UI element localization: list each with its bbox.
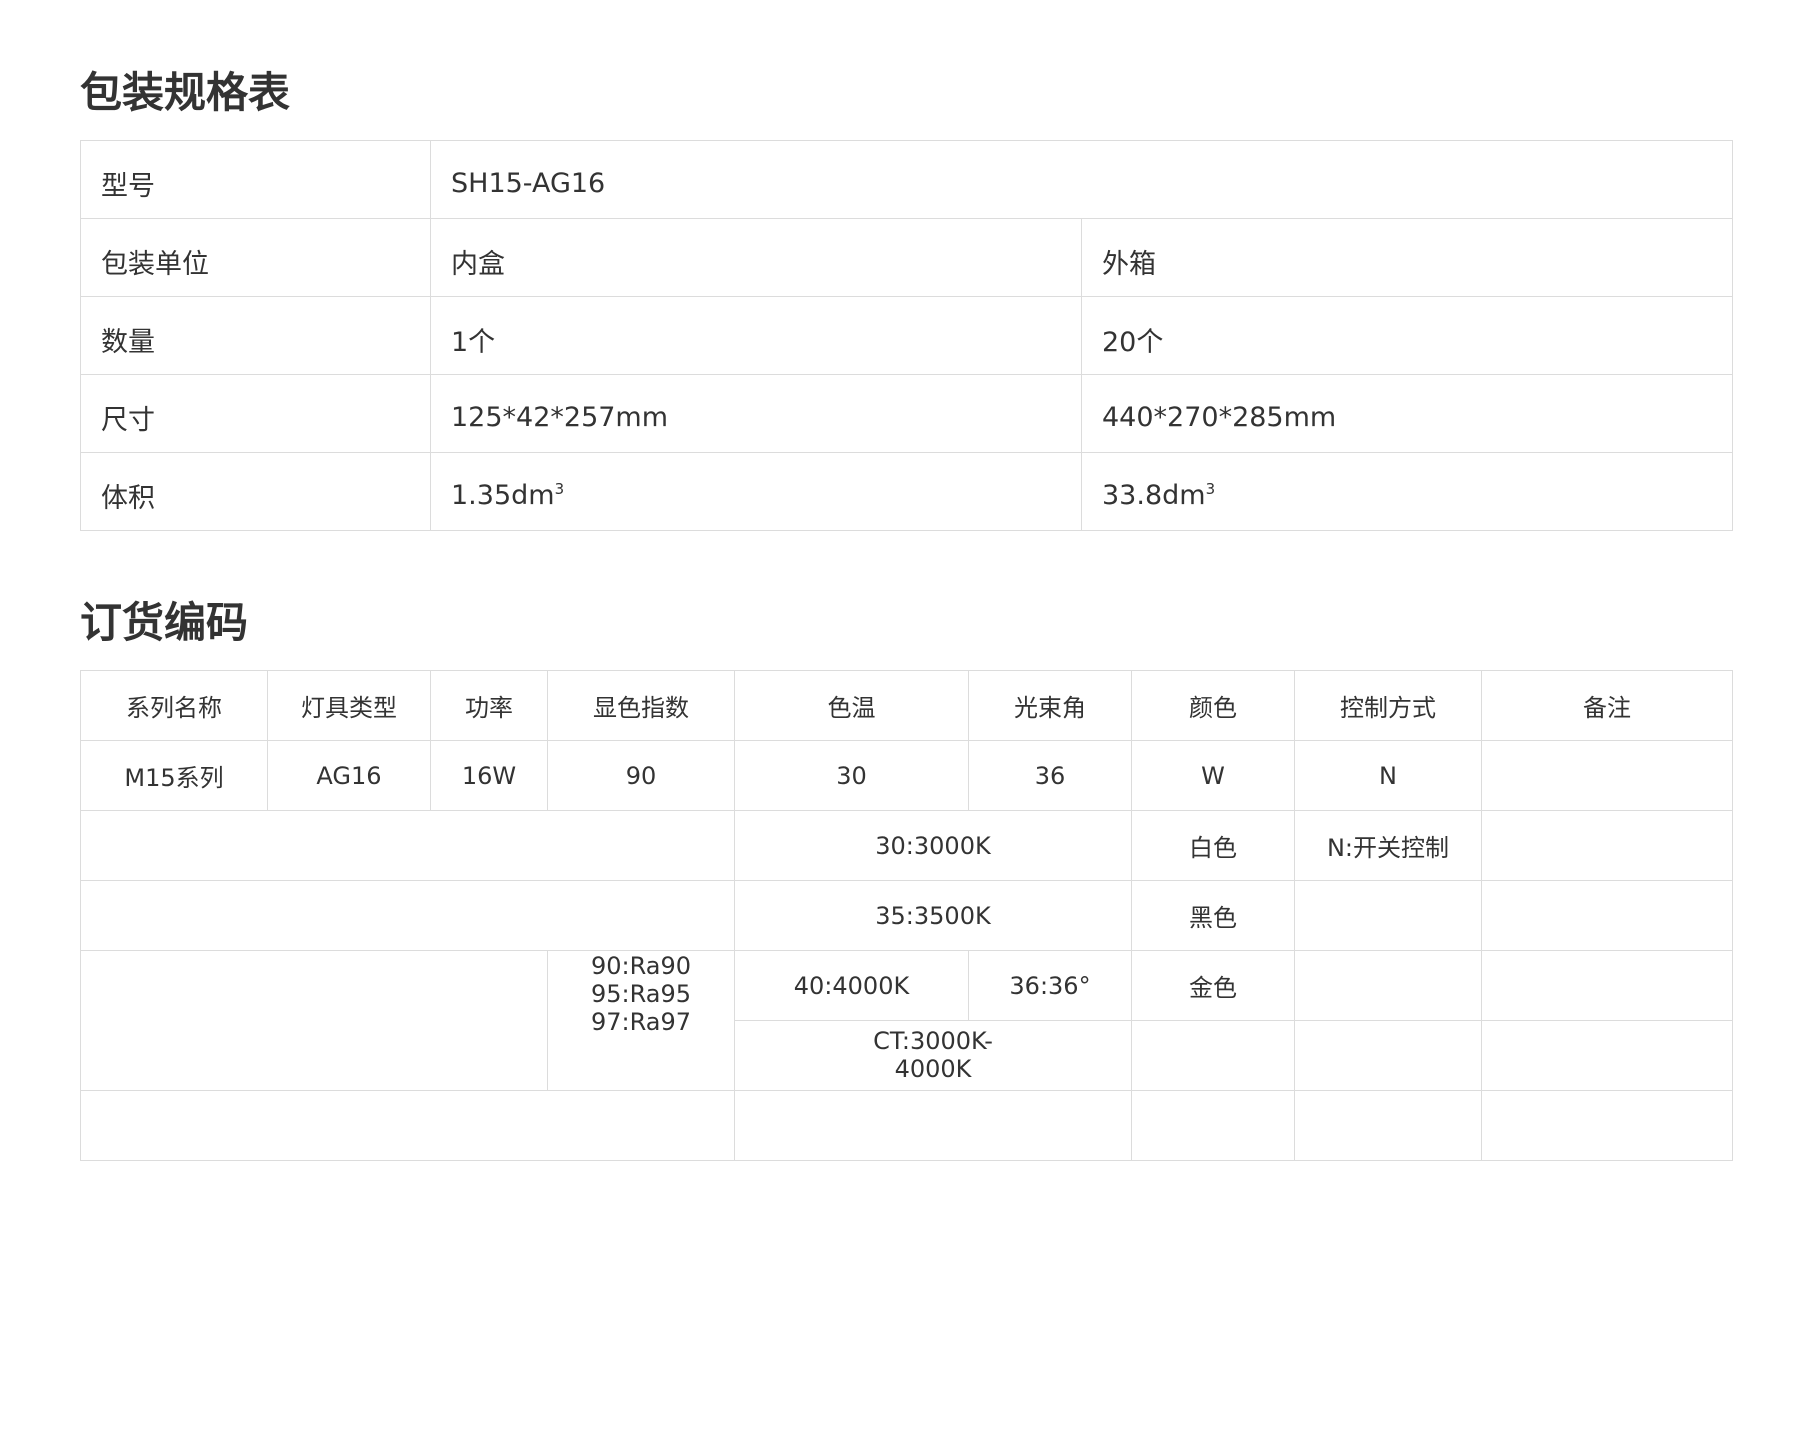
- control-option: N:开关控制: [1294, 810, 1482, 881]
- control-blank: [1294, 950, 1482, 1021]
- model-label: 型号: [80, 140, 431, 219]
- volume-inner-unit-sup: 3: [554, 480, 565, 498]
- header-power: 功率: [430, 670, 548, 741]
- color-option: 白色: [1131, 810, 1295, 881]
- remarks-blank: [1481, 880, 1733, 951]
- size-label: 尺寸: [80, 374, 431, 453]
- volume-inner: 1.35dm3: [430, 452, 1082, 531]
- ordering-code-table: 系列名称 灯具类型 功率 显色指数 色温 光束角 颜色 控制方式 备注 M15系…: [80, 670, 1733, 1161]
- header-row: 系列名称 灯具类型 功率 显色指数 色温 光束角 颜色 控制方式 备注: [80, 670, 1733, 741]
- option-blank: [80, 950, 548, 1091]
- header-control: 控制方式: [1294, 670, 1482, 741]
- header-remarks: 备注: [1481, 670, 1733, 741]
- option-blank: [80, 880, 735, 951]
- table-row: 体积 1.35dm3 33.8dm3: [80, 452, 1734, 531]
- table-row: 包装单位 内盒 外箱: [80, 218, 1734, 297]
- cct-option: 40:4000K: [734, 950, 969, 1021]
- volume-inner-value: 1.35dm: [451, 480, 555, 511]
- control-blank: [1294, 1090, 1482, 1161]
- cct-option-range-line2: 4000K: [894, 1054, 972, 1083]
- unit-label: 包装单位: [80, 218, 431, 297]
- control-blank: [1294, 880, 1482, 951]
- cct-option: 35:3500K: [734, 880, 1132, 951]
- header-fixture-type: 灯具类型: [267, 670, 431, 741]
- volume-label: 体积: [80, 452, 431, 531]
- remarks-blank: [1481, 1020, 1733, 1091]
- cri-option: 95:Ra95: [590, 979, 692, 1008]
- quantity-label: 数量: [80, 296, 431, 375]
- code-cri: 90: [547, 740, 735, 811]
- quantity-inner: 1个: [430, 296, 1082, 375]
- color-option: 黑色: [1131, 880, 1295, 951]
- cct-blank: [734, 1090, 1132, 1161]
- code-color: W: [1131, 740, 1295, 811]
- size-outer: 440*270*285mm: [1080, 374, 1734, 453]
- cri-options: 90:Ra90 95:Ra95 97:Ra97: [547, 950, 735, 1091]
- code-power: 16W: [430, 740, 548, 811]
- packaging-spec-title: 包装规格表: [80, 68, 291, 117]
- model-value: SH15-AG16: [429, 140, 1734, 219]
- code-control: N: [1294, 740, 1482, 811]
- volume-outer-unit-sup: 3: [1205, 480, 1216, 498]
- size-inner: 125*42*257mm: [430, 374, 1082, 453]
- option-row: 30:3000K 白色 N:开关控制: [80, 810, 1733, 881]
- beam-option: 36:36°: [968, 950, 1132, 1021]
- color-option: 金色: [1131, 950, 1295, 1021]
- option-row: [80, 1090, 1733, 1161]
- remarks-blank: [1481, 1090, 1733, 1161]
- remarks-blank: [1481, 810, 1733, 881]
- code-fixture-type: AG16: [267, 740, 431, 811]
- cct-option-range: CT:3000K- 4000K: [734, 1020, 1132, 1091]
- ordering-code-title: 订货编码: [80, 598, 249, 647]
- table-row: 型号 SH15-AG16: [80, 140, 1734, 219]
- header-color: 颜色: [1131, 670, 1295, 741]
- volume-outer: 33.8dm3: [1080, 452, 1734, 531]
- cct-option: 30:3000K: [734, 810, 1132, 881]
- cri-option: 97:Ra97: [590, 1007, 692, 1036]
- cct-option-range-line1: CT:3000K-: [873, 1026, 993, 1055]
- remarks-blank: [1481, 950, 1733, 1021]
- table-row: 尺寸 125*42*257mm 440*270*285mm: [80, 374, 1734, 453]
- color-blank: [1131, 1020, 1295, 1091]
- option-blank: [80, 810, 735, 881]
- control-blank: [1294, 1020, 1482, 1091]
- code-remarks: [1481, 740, 1733, 811]
- header-cct: 色温: [734, 670, 969, 741]
- code-series: M15系列: [80, 740, 268, 811]
- volume-outer-value: 33.8dm: [1102, 480, 1206, 511]
- unit-inner: 内盒: [430, 218, 1082, 297]
- quantity-outer: 20个: [1080, 296, 1734, 375]
- header-cri: 显色指数: [547, 670, 735, 741]
- table-row: 数量 1个 20个: [80, 296, 1734, 375]
- code-cct: 30: [734, 740, 969, 811]
- option-blank: [80, 1090, 735, 1161]
- option-row: 35:3500K 黑色: [80, 880, 1733, 951]
- color-blank: [1131, 1090, 1295, 1161]
- header-series: 系列名称: [80, 670, 268, 741]
- code-beam: 36: [968, 740, 1132, 811]
- option-row: 90:Ra90 95:Ra95 97:Ra97 40:4000K 36:36° …: [80, 950, 1733, 1091]
- packaging-spec-table: 型号 SH15-AG16 包装单位 内盒 外箱 数量 1个 20个 尺寸 125…: [80, 140, 1734, 531]
- cri-option: 90:Ra90: [590, 952, 692, 980]
- unit-outer: 外箱: [1080, 218, 1734, 297]
- code-row: M15系列 AG16 16W 90 30 36 W N: [80, 740, 1733, 811]
- header-beam: 光束角: [968, 670, 1132, 741]
